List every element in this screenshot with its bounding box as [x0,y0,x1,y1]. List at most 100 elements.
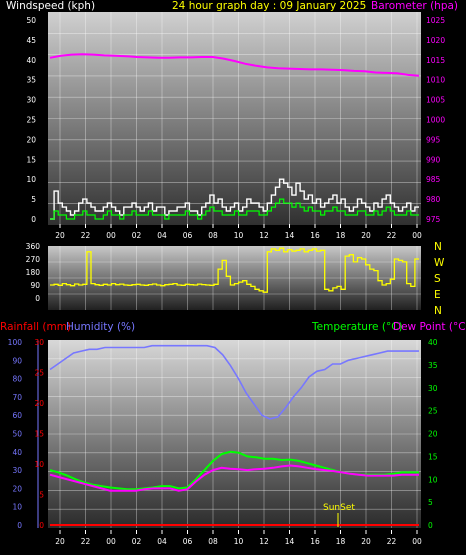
y-tick-label: 1020 [426,36,445,45]
compass-label: E [434,289,441,301]
y-tick-label: 270 [26,255,41,264]
temp-x-tick-label: 00 [412,537,422,546]
wind-x-tick-label: 22 [387,231,397,240]
temp-x-tick-label: 20 [55,537,65,546]
barometer-axis: 975 980 985 990 995 1000 1005 1010 1015 1020 1025 [426,16,445,224]
y-tick-label: 1025 [426,16,445,25]
wind-x-tick-label: 12 [259,231,269,240]
direction-axis: 0 90 180 270 360 [26,242,41,303]
temp-humidity-panel: 0 10 20 30 40 50 60 70 80 90 100 0 5 10 15 20 25 30 0 5 10… [0,321,466,546]
y-tick-label: 40 [12,448,22,457]
y-tick-label: 10 [26,175,36,184]
y-tick-label: 0 [428,521,433,530]
y-tick-label: 360 [26,242,41,251]
y-tick-label: 70 [12,393,22,402]
compass-labels: NWSEN [434,241,445,317]
y-tick-label: 980 [426,195,441,204]
wind-pressure-panel: 05101520253035404550 9759809859909951000… [6,0,458,240]
y-tick-label: 0 [39,521,44,530]
wind-x-tick-label: 14 [285,231,295,240]
chart-title: 24 hour graph day : 09 January 2025 [172,0,366,12]
wind-x-tick-label: 08 [208,231,218,240]
windspeed-axis-label: Windspeed (kph) [6,0,95,12]
sunset-label: SunSet [323,503,355,513]
y-tick-label: 5 [39,491,44,500]
wind-x-tick-label: 00 [106,231,116,240]
temp-x-axis: 20 22 00 02 04 06 08 10 12 14 16 18 20 22 00 [55,530,422,546]
y-tick-label: 1005 [426,96,445,105]
y-tick-label: 5 [428,498,433,507]
wind-x-tick-label: 04 [157,231,167,240]
y-tick-label: 30 [26,96,36,105]
y-tick-label: 50 [26,16,36,25]
compass-label: S [434,273,441,285]
humidity-axis: 0 10 20 30 40 50 60 70 80 90 100 [8,338,39,530]
y-tick-label: 10 [12,503,22,512]
y-tick-label: 20 [26,135,36,144]
y-tick-label: 975 [426,215,441,224]
y-tick-label: 15 [34,430,44,439]
wind-direction-panel: 090180270360 NWSEN [26,241,445,317]
y-tick-label: 180 [26,268,41,277]
humidity-axis-label: Humidity (%) [66,321,135,333]
y-tick-label: 1015 [426,56,445,65]
temp-x-tick-label: 08 [208,537,218,546]
wind-x-tick-label: 22 [81,231,91,240]
y-tick-label: 30 [34,338,44,347]
temp-x-tick-label: 02 [132,537,142,546]
y-tick-label: 45 [26,36,36,45]
compass-label: N [434,305,442,317]
y-tick-label: 10 [34,460,44,469]
temp-x-tick-label: 00 [106,537,116,546]
y-tick-label: 30 [12,466,22,475]
temp-x-tick-label: 18 [336,537,346,546]
y-tick-label: 15 [428,452,438,461]
wind-x-tick-label: 20 [361,231,371,240]
rainfall-axis-label: Rainfall (mm) [0,321,71,333]
y-tick-label: 25 [26,116,36,125]
y-tick-label: 100 [8,338,23,347]
y-tick-label: 40 [428,338,438,347]
y-tick-label: 0 [31,215,36,224]
wind-x-axis: 20 22 00 02 04 06 08 10 12 14 16 18 20 22 00 [55,224,422,240]
temp-x-tick-label: 20 [361,537,371,546]
y-tick-label: 0 [35,294,40,303]
y-tick-label: 0 [17,521,22,530]
y-tick-label: 25 [34,369,44,378]
temp-x-tick-label: 22 [81,537,91,546]
y-tick-label: 80 [12,375,22,384]
weather-graph: 05101520253035404550 9759809859909951000… [0,0,466,546]
temp-x-tick-label: 14 [285,537,295,546]
y-tick-label: 15 [26,155,36,164]
rainfall-axis: 0 5 10 15 20 25 30 [34,338,44,530]
compass-label: N [434,241,442,253]
wind-x-tick-label: 06 [183,231,193,240]
y-tick-label: 5 [31,195,36,204]
y-tick-label: 10 [428,475,438,484]
temperature-axis: 0 5 10 15 20 25 30 35 40 [428,338,438,530]
y-tick-label: 1000 [426,116,445,125]
y-tick-label: 20 [428,430,438,439]
wind-x-tick-label: 10 [234,231,244,240]
y-tick-label: 40 [26,56,36,65]
y-tick-label: 25 [428,407,438,416]
y-tick-label: 50 [12,430,22,439]
y-tick-label: 1010 [426,76,445,85]
y-tick-label: 985 [426,175,441,184]
wind-x-tick-label: 16 [310,231,320,240]
dewpoint-axis-label: Dew Point (°C) [393,321,466,333]
y-tick-label: 35 [26,76,36,85]
y-tick-label: 20 [34,399,44,408]
y-tick-label: 990 [426,155,441,164]
y-tick-label: 90 [12,356,22,365]
wind-x-tick-label: 20 [55,231,65,240]
temp-x-tick-label: 04 [157,537,167,546]
wind-x-tick-label: 00 [412,231,422,240]
compass-label: W [434,257,445,269]
y-tick-label: 60 [12,411,22,420]
wind-x-tick-label: 18 [336,231,346,240]
temp-x-tick-label: 10 [234,537,244,546]
y-tick-label: 20 [12,484,22,493]
temp-x-tick-label: 22 [387,537,397,546]
windspeed-axis: 0 5 10 15 20 25 30 35 40 45 50 [26,16,36,224]
